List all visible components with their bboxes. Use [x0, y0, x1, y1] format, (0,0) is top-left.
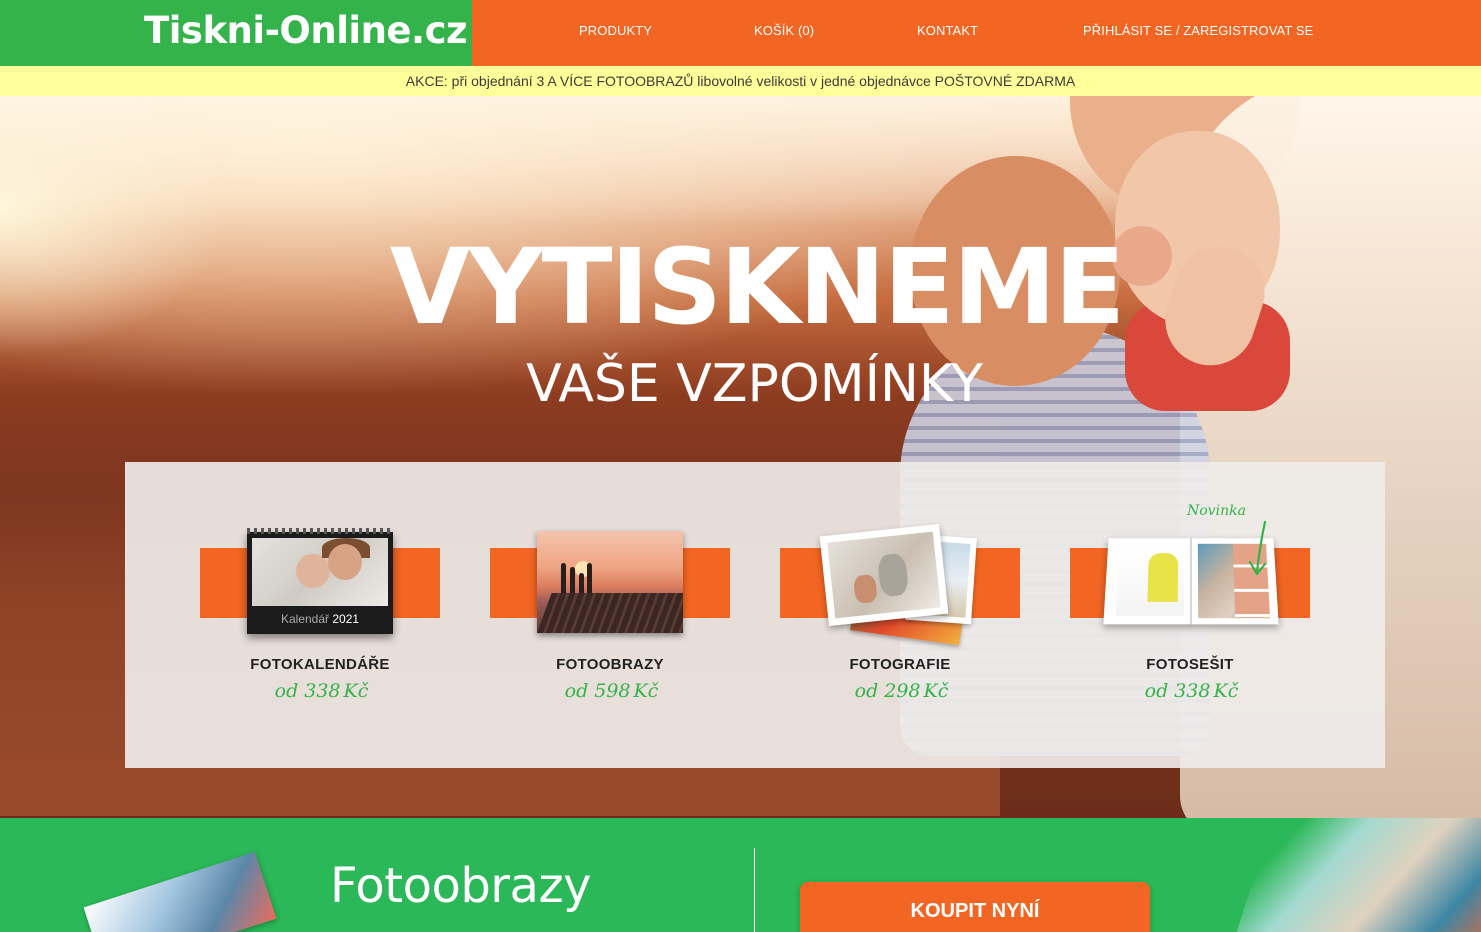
product-card-calendars[interactable]: Kalendář 2021 FOTOKALENDÁŘE od 338 Kč	[200, 462, 440, 768]
section-divider	[754, 848, 755, 932]
canvas-figure	[579, 573, 584, 593]
decorative-photo	[1236, 818, 1481, 932]
nav-login-register[interactable]: PŘIHLÁSIT SE / ZAREGISTROVAT SE	[1083, 23, 1313, 38]
price-value: 338	[304, 680, 341, 702]
calendar-label-year: 2021	[332, 612, 360, 626]
photo-person	[876, 552, 910, 598]
logo-area[interactable]: Tiskni-Online.cz	[0, 0, 472, 66]
calendar-rings	[247, 528, 393, 534]
photobook-spine	[1189, 538, 1193, 625]
photo-print-main[interactable]	[819, 523, 949, 627]
photo-person	[852, 573, 878, 605]
hero-subtitle: VAŠE VZPOMÍNKY	[0, 354, 1481, 414]
calendar-label: Kalendář 2021	[247, 612, 393, 626]
photobook-left-photo	[1147, 553, 1179, 602]
hero-title: VYTISKNEME	[0, 226, 1481, 348]
calendar-label-word: Kalendář	[280, 612, 329, 626]
new-badge: Novinka	[1187, 503, 1246, 519]
canvas-figure	[570, 567, 575, 593]
calendar-photo-child	[296, 554, 330, 588]
photobook-left-page	[1116, 545, 1185, 617]
calendar-photo	[252, 538, 388, 606]
product-price: od 338 Kč	[200, 680, 440, 702]
product-name[interactable]: FOTOOBRAZY	[490, 656, 730, 673]
site-header: Tiskni-Online.cz PRODUKTY KOŠÍK (0) KONT…	[0, 0, 1481, 66]
main-nav: PRODUKTY KOŠÍK (0) KONTAKT PŘIHLÁSIT SE …	[472, 0, 1481, 66]
canvas-print-preview	[83, 851, 277, 932]
product-price: od 338 Kč	[1070, 680, 1310, 702]
canvas-pier	[537, 593, 683, 633]
new-arrow-icon	[1248, 520, 1267, 576]
product-price: od 598 Kč	[490, 680, 730, 702]
photo-print-main-image	[827, 531, 941, 619]
product-card-photobook[interactable]: Novinka FOTOSEŠIT od 338 Kč	[1070, 462, 1310, 768]
products-panel: Kalendář 2021 FOTOKALENDÁŘE od 338 Kč FOTO…	[125, 462, 1385, 768]
nav-contact[interactable]: KONTAKT	[917, 23, 978, 38]
buy-now-button[interactable]: KOUPIT NYNÍ	[800, 882, 1150, 932]
canvas-figure	[587, 563, 592, 593]
price-prefix: od	[854, 680, 879, 702]
price-prefix: od	[564, 680, 589, 702]
product-card-photos[interactable]: FOTOGRAFIE od 298 Kč	[780, 462, 1020, 768]
featured-heading: Fotoobrazy	[330, 858, 592, 914]
site-logo[interactable]: Tiskni-Online.cz	[144, 9, 468, 52]
hero-subtitle-text: VAŠE VZPOMÍNKY	[526, 354, 983, 414]
product-card-canvas-prints[interactable]: FOTOOBRAZY od 598 Kč	[490, 462, 730, 768]
nav-products[interactable]: PRODUKTY	[579, 23, 652, 38]
price-currency: Kč	[633, 680, 659, 702]
promo-bar: AKCE: při objednání 3 A VÍCE FOTOOBRAZŮ …	[0, 66, 1481, 96]
price-prefix: od	[274, 680, 299, 702]
price-currency: Kč	[343, 680, 369, 702]
product-price: od 298 Kč	[780, 680, 1020, 702]
calendar-image[interactable]: Kalendář 2021	[247, 528, 393, 634]
hero-title-text: VYTISKNEME	[389, 226, 1126, 348]
price-currency: Kč	[1213, 680, 1239, 702]
canvas-figure	[561, 563, 566, 593]
price-currency: Kč	[923, 680, 949, 702]
calendar-photo-child	[328, 544, 362, 580]
price-value: 298	[884, 680, 921, 702]
nav-cart[interactable]: KOŠÍK (0)	[754, 23, 814, 38]
price-prefix: od	[1144, 680, 1169, 702]
product-name[interactable]: FOTOGRAFIE	[780, 656, 1020, 673]
price-value: 338	[1174, 680, 1211, 702]
product-name[interactable]: FOTOSEŠIT	[1070, 656, 1310, 673]
canvas-print-image[interactable]	[537, 531, 683, 633]
price-value: 598	[594, 680, 631, 702]
featured-section: Fotoobrazy KOUPIT NYNÍ	[0, 818, 1481, 932]
product-name[interactable]: FOTOKALENDÁŘE	[200, 656, 440, 673]
